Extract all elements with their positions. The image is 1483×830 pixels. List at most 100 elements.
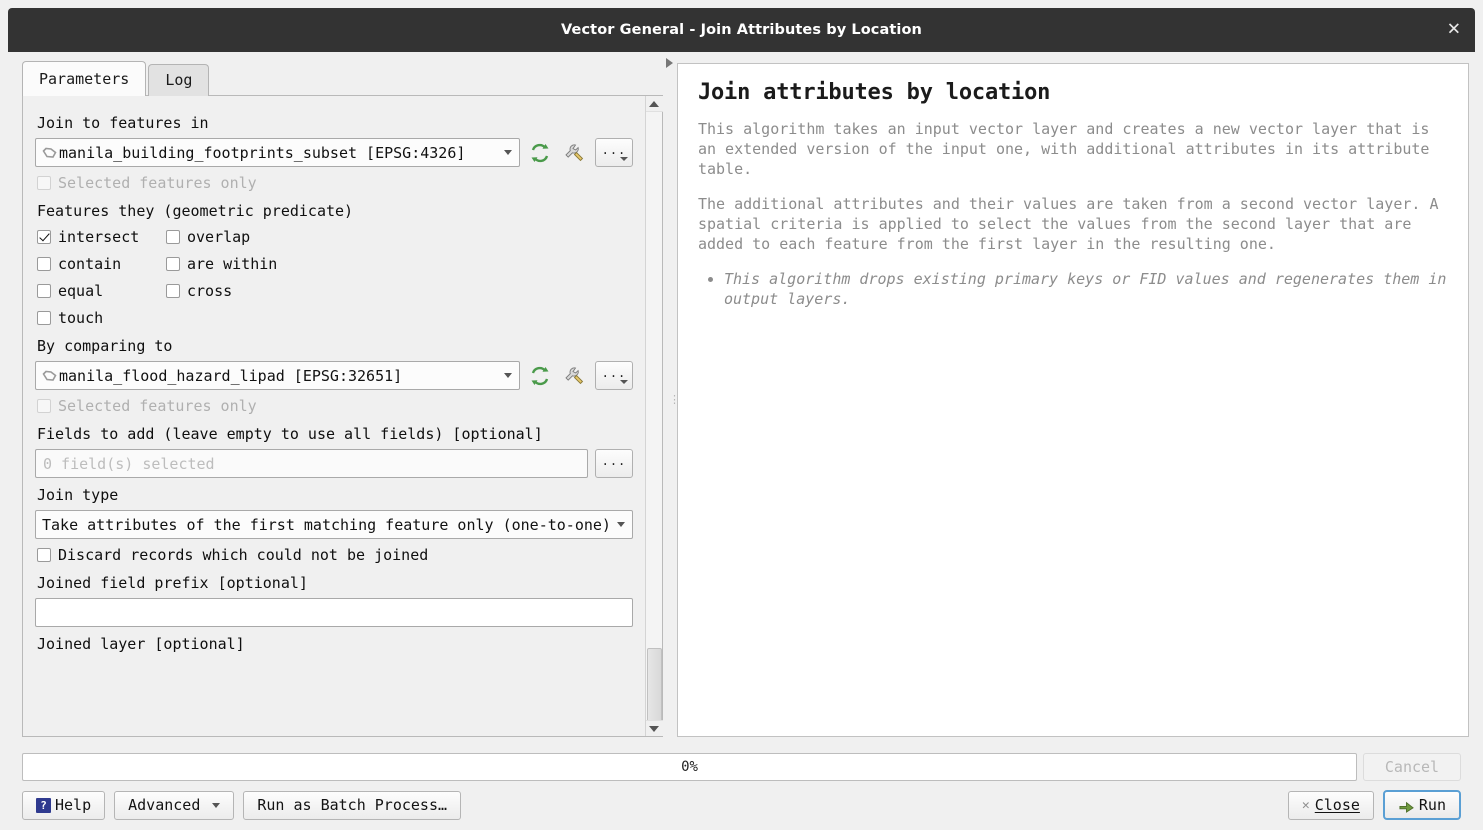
predicate-touch-checkbox[interactable] [37,311,51,325]
polygon-layer-icon [42,370,57,382]
selected-features-only-2-checkbox [37,399,51,413]
joined-field-prefix-label: Joined field prefix [optional] [37,573,633,593]
predicate-overlap-label: overlap [187,228,250,246]
close-icon[interactable]: ✕ [1447,22,1461,39]
close-button-label: Close [1315,796,1360,814]
advanced-button-label: Advanced [128,796,200,814]
close-button[interactable]: ✕ Close [1288,791,1374,820]
button-bar: ? Help Advanced Run as Batch Process… ✕ … [8,790,1475,820]
fields-to-add-input[interactable]: 0 field(s) selected [35,449,588,478]
run-as-batch-button[interactable]: Run as Batch Process… [243,791,461,820]
scrollbar-thumb[interactable] [647,648,662,730]
predicate-equal-label: equal [58,282,166,300]
question-mark-icon: ? [36,798,51,813]
predicate-overlap-checkbox[interactable] [166,230,180,244]
predicate-are-within-label: are within [187,255,277,273]
wrench-icon[interactable] [560,139,588,167]
joined-layer-label: Joined layer [optional] [37,634,633,654]
dialog-footer: 0% Cancel ? Help Advanced Run as Batch P… [0,747,1483,830]
cancel-button: Cancel [1363,753,1461,781]
refresh-icon[interactable] [526,139,554,167]
polygon-layer-icon [42,147,57,159]
predicate-row-4: touch [37,307,633,329]
geometric-predicate-label: Features they (geometric predicate) [37,201,633,221]
fields-to-add-row: 0 field(s) selected ... [35,449,633,478]
help-button[interactable]: ? Help [22,791,105,820]
help-title: Join attributes by location [698,80,1448,105]
dialog-body: Parameters Log Join to features in manil… [0,52,1483,747]
parameters-scrollbar[interactable] [645,96,662,736]
more-dots: ... [602,454,627,468]
progress-bar: 0% [22,753,1357,781]
joined-field-prefix-input[interactable] [35,598,633,627]
help-panel: Join attributes by location This algorit… [677,63,1469,737]
parameters-content: Join to features in manila_building_foot… [23,96,645,736]
refresh-icon[interactable] [526,362,554,390]
tab-log[interactable]: Log [148,64,209,96]
title-bar: Vector General - Join Attributes by Loca… [8,8,1475,52]
tab-bar: Parameters Log [8,63,663,96]
compare-layer-combo[interactable]: manila_flood_hazard_lipad [EPSG:32651] [35,361,520,390]
run-button-label: Run [1419,796,1446,814]
input-layer-value: manila_building_footprints_subset [EPSG:… [59,144,498,162]
splitter-arrow-icon[interactable] [666,58,673,68]
fields-to-add-label: Fields to add (leave empty to use all fi… [37,424,633,444]
compare-layer-more-button[interactable]: ... [595,361,633,390]
run-as-batch-label: Run as Batch Process… [257,796,447,814]
chevron-down-icon [504,150,512,155]
discard-records-row: Discard records which could not be joine… [37,544,633,566]
compare-layer-row: manila_flood_hazard_lipad [EPSG:32651] [35,361,633,390]
by-comparing-to-label: By comparing to [37,336,633,356]
tab-parameters[interactable]: Parameters [22,61,146,96]
dialog-window: Vector General - Join Attributes by Loca… [0,0,1483,830]
selected-features-only-1-checkbox [37,176,51,190]
join-type-combo[interactable]: Take attributes of the first matching fe… [35,510,633,539]
join-type-value: Take attributes of the first matching fe… [42,516,611,534]
help-bullet-list: This algorithm drops existing primary ke… [698,269,1448,309]
help-button-label: Help [55,796,91,814]
predicate-are-within-checkbox[interactable] [166,257,180,271]
selected-features-only-2-label: Selected features only [58,397,257,415]
close-x-icon: ✕ [1302,798,1310,813]
scroll-up-icon[interactable] [646,96,663,112]
input-layer-more-button[interactable]: ... [595,138,633,167]
predicate-contain-checkbox[interactable] [37,257,51,271]
predicate-touch-label: touch [58,309,103,327]
fields-to-add-more-button[interactable]: ... [595,449,633,478]
help-paragraph-2: The additional attributes and their valu… [698,194,1448,254]
predicate-row-2: contain are within [37,253,633,275]
predicate-equal-checkbox[interactable] [37,284,51,298]
predicate-cross-checkbox[interactable] [166,284,180,298]
predicate-intersect-label: intersect [58,228,166,246]
selected-features-only-2-row: Selected features only [37,395,633,417]
run-arrow-icon [1398,798,1415,813]
join-type-row: Take attributes of the first matching fe… [35,510,633,539]
parameters-pane: Parameters Log Join to features in manil… [8,52,663,747]
progress-row: 0% Cancel [8,753,1475,781]
chevron-down-icon [617,522,625,527]
predicate-intersect-checkbox[interactable] [37,230,51,244]
more-dots: ... [602,143,627,157]
more-dots: ... [602,366,627,380]
selected-features-only-1-label: Selected features only [58,174,257,192]
scroll-down-icon[interactable] [646,720,663,736]
selected-features-only-1-row: Selected features only [37,172,633,194]
chevron-down-icon [504,373,512,378]
input-layer-combo[interactable]: manila_building_footprints_subset [EPSG:… [35,138,520,167]
window-title: Vector General - Join Attributes by Loca… [561,22,922,38]
join-type-label: Join type [37,485,633,505]
run-button[interactable]: Run [1383,790,1461,820]
predicate-row-1: intersect overlap [37,226,633,248]
discard-records-checkbox[interactable] [37,548,51,562]
advanced-button[interactable]: Advanced [114,791,234,820]
wrench-icon[interactable] [560,362,588,390]
splitter-grip-icon: ⋮ [669,398,680,402]
pane-splitter[interactable]: ⋮ [663,52,677,747]
help-bullet-1: This algorithm drops existing primary ke… [724,269,1448,309]
chevron-down-icon [212,803,220,808]
predicate-cross-label: cross [187,282,232,300]
predicate-contain-label: contain [58,255,166,273]
compare-layer-value: manila_flood_hazard_lipad [EPSG:32651] [59,367,498,385]
parameters-scroll-frame: Join to features in manila_building_foot… [22,95,663,737]
discard-records-label: Discard records which could not be joine… [58,546,428,564]
